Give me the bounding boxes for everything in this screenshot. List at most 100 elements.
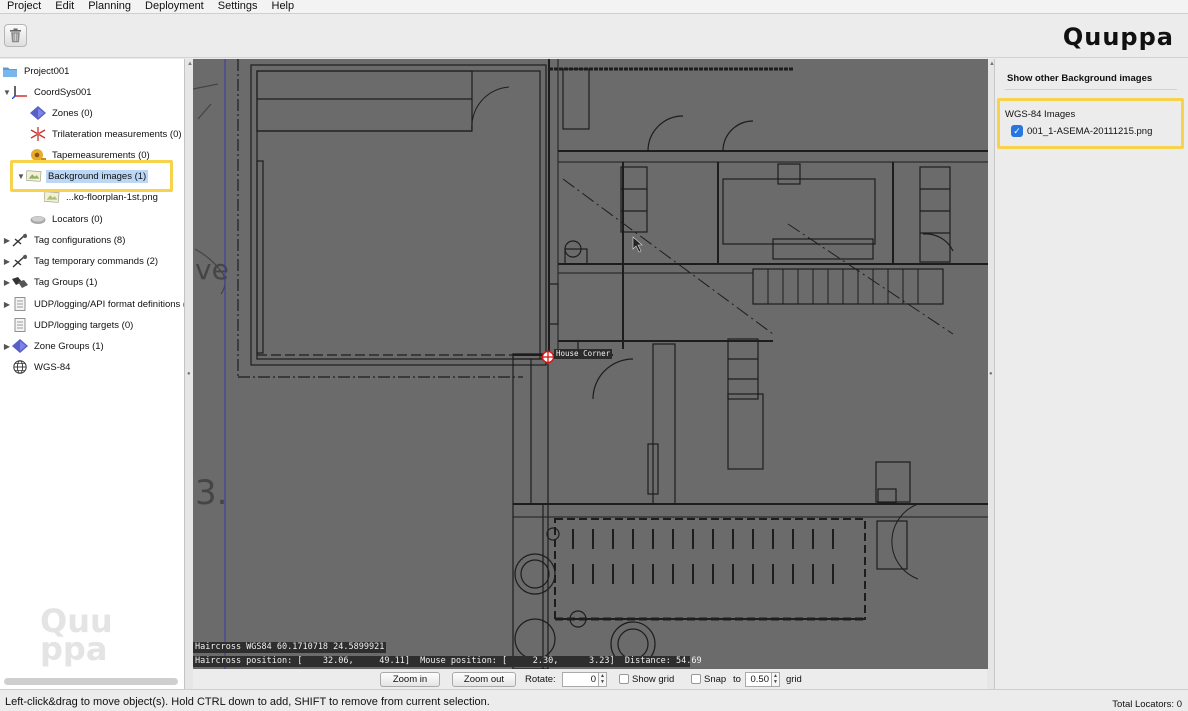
mouse-cursor-icon: [632, 236, 643, 253]
status-message: Left-click&drag to move object(s). Hold …: [5, 696, 490, 708]
position-readout: Haircross position: [ 32.06, 49.11] Mous…: [193, 656, 702, 667]
menu-edit[interactable]: Edit: [48, 0, 81, 13]
menu-project[interactable]: Project: [0, 0, 48, 13]
zoom-in-button[interactable]: Zoom in: [380, 671, 440, 687]
show-grid-label: Show grid: [632, 673, 675, 685]
toolbar: Quuppa: [0, 15, 1188, 58]
tree-item-label: Trilateration measurements (0): [52, 128, 182, 140]
wgs84-images-title: WGS-84 Images: [1005, 109, 1076, 120]
trilateration-icon: [30, 127, 46, 141]
tree-item-label: CoordSys001: [34, 86, 92, 98]
delete-button[interactable]: [4, 24, 27, 47]
tree-item-udp-formats[interactable]: ▶ UDP/logging/API format definitions (5: [2, 295, 185, 313]
document-icon: [12, 318, 28, 332]
project-tree: Project001 ▼ CoordSys001 Zones (0) Trila…: [0, 59, 185, 689]
menu-bar: Project Edit Planning Deployment Setting…: [0, 0, 1188, 14]
tree-item-tag-temp-commands[interactable]: ▶ Tag temporary commands (2): [2, 252, 160, 270]
canvas-controls: Zoom in Zoom out Rotate: 0 ▲ ▼ Show grid …: [193, 669, 988, 689]
status-bar: Left-click&drag to move object(s). Hold …: [0, 689, 1188, 711]
tree-item-label: Tag Groups (1): [34, 276, 98, 288]
tree-item-label: Zones (0): [52, 107, 93, 119]
tree-item-label: Project001: [24, 65, 70, 77]
axes-icon: [12, 85, 28, 99]
arrow-up-icon[interactable]: ▲: [187, 61, 193, 67]
tree-item-label: Zone Groups (1): [34, 340, 104, 352]
image-checkbox-row[interactable]: ✓ 001_1-ASEMA-20111215.png: [1011, 125, 1152, 137]
floorplan-canvas[interactable]: ve 3. House Corner Haircross WGS84 60.17…: [193, 59, 988, 669]
grip-icon: ●: [187, 371, 191, 377]
tree-item-label: Tag temporary commands (2): [34, 255, 159, 267]
tree-item-background-images[interactable]: ▼ Background images (1): [16, 167, 149, 185]
arrow-up-icon[interactable]: ▲: [989, 61, 995, 67]
expand-right-icon[interactable]: ▶: [2, 236, 12, 245]
trash-icon: [10, 28, 21, 43]
tree-item-label: UDP/logging targets (0): [34, 319, 134, 331]
tape-measure-icon: [30, 148, 46, 162]
snap-label: Snap: [704, 673, 727, 685]
grid-size-stepper[interactable]: ▲ ▼: [772, 671, 780, 687]
tree-item-project[interactable]: Project001: [2, 62, 71, 80]
zoom-out-button[interactable]: Zoom out: [452, 671, 516, 687]
tree-item-label: Tapemeasurements (0): [52, 149, 150, 161]
expand-right-icon[interactable]: ▶: [2, 300, 12, 309]
expand-right-icon[interactable]: ▶: [2, 278, 12, 287]
expand-down-icon[interactable]: ▼: [16, 172, 26, 181]
grid-size-input[interactable]: 0.50: [745, 671, 772, 687]
tree-item-locators[interactable]: Locators (0): [30, 210, 105, 228]
tree-item-coordsys[interactable]: ▼ CoordSys001: [2, 83, 94, 101]
rotate-input[interactable]: 0: [562, 671, 599, 687]
tag-command-icon: [12, 254, 28, 268]
tree-item-label: Background images (1): [46, 169, 149, 183]
right-splitter[interactable]: ▲ ●: [987, 59, 995, 689]
highlight-box: [997, 98, 1184, 149]
background-images-panel: Show other Background images WGS-84 Imag…: [994, 59, 1188, 689]
panel-title: Show other Background images: [1007, 73, 1153, 84]
checkbox-icon: [691, 674, 701, 684]
tree-item-trilateration[interactable]: Trilateration measurements (0): [30, 125, 184, 143]
tree-item-tag-configurations[interactable]: ▶ Tag configurations (8): [2, 231, 127, 249]
image-file-icon: [44, 190, 60, 204]
tree-item-zone-groups[interactable]: ▶ Zone Groups (1): [2, 337, 106, 355]
expand-right-icon[interactable]: ▶: [2, 342, 12, 351]
show-grid-checkbox[interactable]: Show grid: [619, 674, 674, 685]
tree-item-udp-targets[interactable]: UDP/logging targets (0): [12, 316, 135, 334]
tree-item-wgs84[interactable]: WGS-84: [12, 358, 72, 376]
tree-item-label: Tag configurations (8): [34, 234, 126, 246]
zone-group-icon: [12, 339, 28, 353]
tree-item-tapemeasurements[interactable]: Tapemeasurements (0): [30, 146, 152, 164]
house-corner-label: House Corner: [554, 349, 613, 359]
rotate-label: Rotate:: [525, 673, 556, 685]
to-label: to: [733, 673, 741, 685]
menu-settings[interactable]: Settings: [211, 0, 265, 13]
tree-item-tag-groups[interactable]: ▶ Tag Groups (1): [2, 273, 99, 291]
tree-item-floorplan[interactable]: ...ko-floorplan-1st.png: [44, 188, 160, 206]
tag-config-icon: [12, 233, 28, 247]
menu-deployment[interactable]: Deployment: [138, 0, 211, 13]
zone-icon: [30, 106, 46, 120]
locator-icon: [30, 212, 46, 226]
tree-item-zones[interactable]: Zones (0): [30, 104, 95, 122]
haircross-wgs84-readout: Haircross WGS84 60.1710718 24.5899921: [193, 642, 387, 653]
tree-item-label: UDP/logging/API format definitions (5: [34, 298, 185, 310]
snap-checkbox[interactable]: Snap: [691, 674, 726, 685]
grid-label: grid: [786, 673, 802, 685]
house-corner-marker[interactable]: [541, 350, 555, 364]
document-icon: [12, 297, 28, 311]
rotate-stepper[interactable]: ▲ ▼: [599, 671, 607, 687]
tree-item-label: Locators (0): [52, 213, 103, 225]
checkmark-icon[interactable]: ✓: [1011, 125, 1023, 137]
menu-planning[interactable]: Planning: [81, 0, 138, 13]
expand-down-icon[interactable]: ▼: [2, 88, 12, 97]
tag-group-icon: [12, 275, 28, 289]
expand-right-icon[interactable]: ▶: [2, 257, 12, 266]
checkbox-icon: [619, 674, 629, 684]
menu-help[interactable]: Help: [265, 0, 302, 13]
floorplan-drawing: ve 3.: [193, 59, 988, 669]
tree-item-label: ...ko-floorplan-1st.png: [66, 191, 158, 203]
folder-icon: [2, 64, 18, 78]
divider: [1005, 89, 1177, 90]
total-locators: Total Locators: 0: [1112, 699, 1182, 710]
tree-horizontal-scrollbar[interactable]: [4, 678, 178, 685]
left-splitter[interactable]: ▲ ●: [185, 59, 193, 689]
quuppa-watermark: Quu ppa: [40, 602, 113, 668]
